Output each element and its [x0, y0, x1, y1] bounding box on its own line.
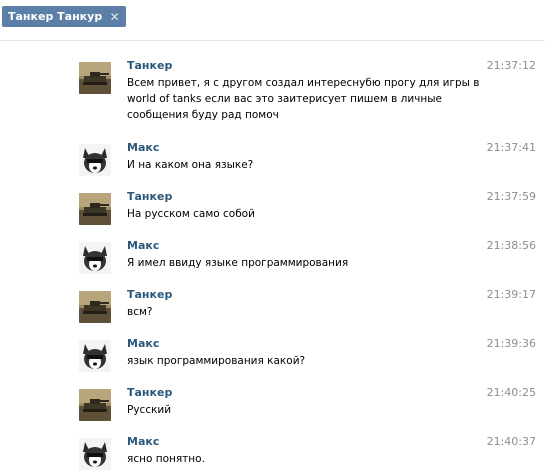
message-list: Танкер 21:37:12 Всем привет, я с другом … — [0, 41, 545, 471]
dialog-header: Танкер Танкур ✕ — [0, 0, 545, 41]
message-text: Я имел ввиду языке программирования — [127, 257, 349, 269]
conversation-chip[interactable]: Танкер Танкур ✕ — [2, 6, 127, 27]
conversation-chip-label: Танкер Танкур — [8, 10, 103, 23]
message-time: 21:40:25 — [486, 386, 536, 399]
message-time: 21:37:41 — [486, 141, 536, 154]
tank-avatar[interactable] — [79, 62, 111, 94]
tank-avatar[interactable] — [79, 389, 111, 421]
message-time: 21:40:37 — [486, 435, 536, 448]
message-author[interactable]: Танкер — [127, 386, 172, 399]
message-author[interactable]: Макс — [127, 141, 159, 154]
message-author[interactable]: Макс — [127, 435, 159, 448]
message-time: 21:37:12 — [486, 59, 536, 72]
message-text: всм? — [127, 306, 153, 318]
tank-avatar[interactable] — [79, 193, 111, 225]
husky-avatar[interactable] — [79, 340, 111, 372]
message-time: 21:39:36 — [486, 337, 536, 350]
message-time: 21:38:56 — [486, 239, 536, 252]
message-time: 21:39:17 — [486, 288, 536, 301]
tank-avatar[interactable] — [79, 291, 111, 323]
message-author[interactable]: Танкер — [127, 190, 172, 203]
message-text: На русском само собой — [127, 208, 255, 220]
message-time: 21:37:59 — [486, 190, 536, 203]
message-text: И на каком она языке? — [127, 159, 254, 171]
close-icon[interactable]: ✕ — [107, 9, 122, 24]
husky-avatar[interactable] — [79, 242, 111, 274]
message-author[interactable]: Макс — [127, 337, 159, 350]
message-text: Всем привет, я с другом создал интересну… — [127, 77, 480, 121]
message-author[interactable]: Танкер — [127, 59, 172, 72]
husky-avatar[interactable] — [79, 438, 111, 470]
message-author[interactable]: Макс — [127, 239, 159, 252]
husky-avatar[interactable] — [79, 144, 111, 176]
message-text: Русский — [127, 404, 172, 416]
message-text: ясно понятно. — [127, 453, 205, 465]
message-text: язык программирования какой? — [127, 355, 306, 367]
message-author[interactable]: Танкер — [127, 288, 172, 301]
